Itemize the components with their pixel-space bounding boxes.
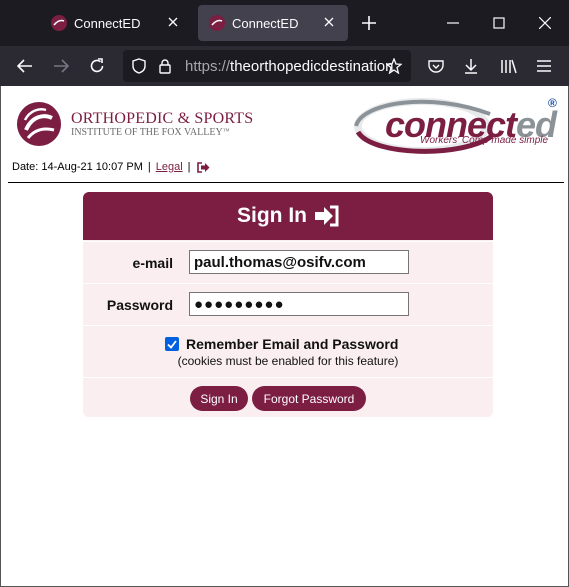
osi-favicon-icon xyxy=(209,15,225,31)
maximize-icon xyxy=(493,17,505,29)
close-icon xyxy=(539,17,551,29)
back-button[interactable] xyxy=(13,55,37,77)
signin-panel: Sign In e-mail paul.thomas@osifv.com Pas… xyxy=(83,192,493,417)
remember-row: Remember Email and Password (cookies mus… xyxy=(83,325,493,377)
navigation-toolbar: https://theorthopedicdestination xyxy=(0,46,569,86)
new-tab-button[interactable] xyxy=(358,12,380,34)
maximize-button[interactable] xyxy=(488,12,510,34)
connected-tagline: Workers' Comp made simple xyxy=(420,135,549,146)
downloads-button[interactable] xyxy=(460,55,482,77)
shield-icon[interactable] xyxy=(131,58,147,74)
osi-subtitle-text: INSTITUTE OF THE FOX VALLEY xyxy=(71,127,223,138)
menu-button[interactable] xyxy=(533,55,555,77)
pocket-icon xyxy=(428,59,444,73)
hamburger-menu-icon xyxy=(537,60,551,72)
separator: | xyxy=(147,161,151,173)
email-label: e-mail xyxy=(132,255,173,271)
email-field[interactable]: paul.thomas@osifv.com xyxy=(189,250,409,274)
tab-connected-1[interactable]: ConnectED xyxy=(40,5,192,41)
password-row: Password ●●●●●●●●● xyxy=(83,283,493,325)
bookmark-star-button[interactable] xyxy=(383,55,405,77)
trademark-mark: ™ xyxy=(222,127,230,135)
url-host: theorthopedicdestination xyxy=(230,58,394,75)
tab-title: ConnectED xyxy=(74,16,141,31)
pocket-button[interactable] xyxy=(425,55,447,77)
sign-in-button[interactable]: Sign In xyxy=(190,386,248,411)
password-field[interactable]: ●●●●●●●●● xyxy=(189,292,409,316)
minimize-button[interactable] xyxy=(442,12,464,34)
close-tab-icon[interactable] xyxy=(163,12,183,32)
remember-checkbox[interactable] xyxy=(165,337,179,351)
reload-button[interactable] xyxy=(85,55,109,77)
star-icon xyxy=(386,58,402,74)
library-button[interactable] xyxy=(498,55,520,77)
logout-icon[interactable] xyxy=(196,161,210,173)
osi-favicon-icon xyxy=(51,15,67,31)
url-protocol: https:// xyxy=(185,58,231,75)
checkmark-icon xyxy=(167,339,177,349)
signin-header: Sign In xyxy=(83,192,493,240)
page-content: ORTHOPEDIC & SPORTS INSTITUTE OF THE FOX… xyxy=(0,86,569,587)
close-tab-icon[interactable] xyxy=(319,12,339,32)
forgot-password-button[interactable]: Forgot Password xyxy=(252,386,366,411)
tab-connected-2[interactable]: ConnectED xyxy=(198,5,348,41)
download-icon xyxy=(465,59,477,74)
arrow-left-icon xyxy=(17,59,32,73)
buttons-row: Sign In Forgot Password xyxy=(83,377,493,417)
osi-logo-icon xyxy=(17,102,61,146)
url-text[interactable]: https://theorthopedicdestination xyxy=(185,58,394,75)
tab-title: ConnectED xyxy=(232,16,299,31)
separator: | xyxy=(187,161,191,173)
remember-label[interactable]: Remember Email and Password xyxy=(186,336,398,352)
address-bar[interactable]: https://theorthopedicdestination xyxy=(123,50,411,82)
password-label: Password xyxy=(106,297,173,313)
date-value: 14-Aug-21 10:07 PM xyxy=(41,161,143,173)
email-row: e-mail paul.thomas@osifv.com xyxy=(83,241,493,283)
close-window-button[interactable] xyxy=(534,12,556,34)
signin-title: Sign In xyxy=(237,204,307,227)
date-label: Date: xyxy=(12,161,39,173)
osi-logo-subtitle: INSTITUTE OF THE FOX VALLEY™ xyxy=(71,127,230,138)
forward-button[interactable] xyxy=(49,55,73,77)
registered-mark: ® xyxy=(548,96,557,110)
tab-bar: ConnectED ConnectED xyxy=(0,0,569,46)
osi-logo-name: ORTHOPEDIC & SPORTS xyxy=(71,110,254,127)
library-icon xyxy=(501,59,517,74)
date-info-line: Date: 14-Aug-21 10:07 PM | Legal | xyxy=(12,161,210,173)
cookies-note: (cookies must be enabled for this featur… xyxy=(177,354,399,368)
sign-in-arrow-icon xyxy=(315,205,339,227)
header-divider xyxy=(8,182,564,183)
arrow-right-icon xyxy=(54,59,69,73)
legal-link[interactable]: Legal xyxy=(156,161,183,173)
lock-icon[interactable] xyxy=(157,58,173,74)
reload-icon xyxy=(90,58,104,73)
minimize-icon xyxy=(447,22,459,24)
plus-icon xyxy=(362,16,376,30)
